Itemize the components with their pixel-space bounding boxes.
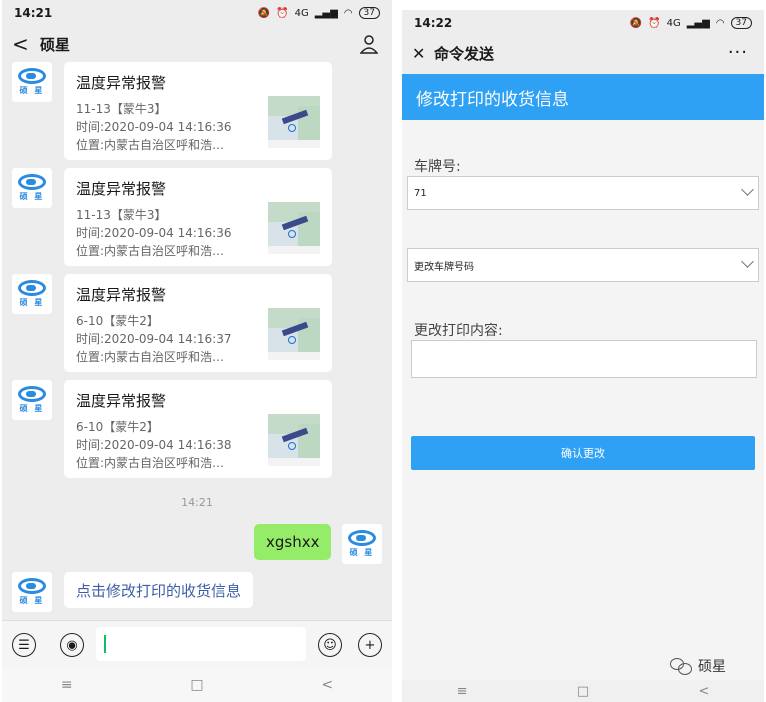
plate-select[interactable]: 71: [407, 176, 759, 210]
plus-icon[interactable]: +: [358, 633, 382, 657]
content-input[interactable]: [411, 340, 757, 378]
alarm-title: 温度异常报警: [76, 286, 167, 304]
alarm-time: 时间:2020-09-04 14:16:36: [76, 226, 232, 240]
alarm-card[interactable]: 温度异常报警 6-10【蒙牛2】 时间:2020-09-04 14:16:38 …: [64, 380, 332, 478]
command-screen: 14:22 🔕 ⏰ 4G ▂▄▆ ◠ 37 ✕ 命令发送 ··· 修改打印的收货…: [402, 10, 764, 702]
signal-label: 4G: [666, 17, 681, 29]
avatar-logo-text: 硕 星: [19, 192, 45, 201]
alarm-title: 温度异常报警: [76, 180, 167, 198]
avatar[interactable]: 硕 星: [12, 572, 52, 612]
alarm-card[interactable]: 温度异常报警 11-13【蒙牛3】 时间:2020-09-04 14:16:36…: [64, 62, 332, 160]
alarm-location: 位置:内蒙古自治区呼和浩…: [76, 138, 225, 152]
avatar-logo-text: 硕 星: [19, 596, 45, 605]
chevron-down-icon: [741, 183, 754, 196]
wifi-icon: ◠: [343, 7, 353, 19]
command-title: 命令发送: [434, 44, 495, 63]
my-avatar[interactable]: 硕 星: [342, 524, 382, 564]
sent-message[interactable]: xgshxx: [254, 524, 332, 560]
alarm-location: 位置:内蒙古自治区呼和浩…: [76, 350, 225, 364]
avatar-logo-text: 硕 星: [19, 86, 45, 95]
nav-home-icon[interactable]: □: [190, 677, 203, 693]
map-thumbnail: [268, 308, 320, 360]
nav-home-icon[interactable]: □: [577, 684, 589, 699]
signal-icon: ▂▄▆: [314, 7, 338, 19]
wechat-icon: [670, 658, 692, 675]
avatar[interactable]: 硕 星: [12, 62, 52, 102]
input-bar: ☰ ◉ ☺ +: [2, 620, 392, 669]
avatar[interactable]: 硕 星: [12, 380, 52, 420]
plate-select-value: 71: [414, 187, 427, 199]
battery-icon: 37: [358, 7, 380, 19]
nav-back-icon[interactable]: <: [698, 684, 709, 699]
mute-icon: 🔕: [257, 7, 271, 19]
signal-label: 4G: [294, 7, 309, 19]
status-bar: 14:22 🔕 ⏰ 4G ▂▄▆ ◠ 37: [402, 10, 764, 36]
voice-icon[interactable]: ◉: [60, 633, 84, 657]
alarm-card[interactable]: 温度异常报警 11-13【蒙牛3】 时间:2020-09-04 14:16:36…: [64, 168, 332, 266]
chevron-down-icon: [741, 255, 754, 268]
command-form: 修改打印的收货信息 车牌号: 71 更改车牌号码 更改打印内容: 确认更改: [402, 74, 764, 680]
alarm-time: 时间:2020-09-04 14:16:36: [76, 120, 232, 134]
action-select-value: 更改车牌号码: [414, 261, 474, 273]
alarm-vehicle: 6-10【蒙牛2】: [76, 420, 159, 434]
plate-label: 车牌号:: [414, 159, 461, 175]
confirm-button[interactable]: 确认更改: [411, 436, 755, 470]
close-icon[interactable]: ✕: [412, 44, 434, 63]
content-label: 更改打印内容:: [414, 323, 503, 339]
system-nav-bar: ≡ □ <: [2, 668, 392, 702]
map-thumbnail: [268, 414, 320, 466]
message-input[interactable]: [96, 627, 306, 661]
alarm-icon: ⏰: [276, 7, 289, 19]
back-icon[interactable]: <: [12, 32, 36, 56]
map-thumbnail: [268, 202, 320, 254]
system-nav-bar: ≡ □ <: [402, 680, 764, 702]
nav-back-icon[interactable]: <: [321, 677, 333, 693]
avatar-logo-text: 硕 星: [349, 548, 375, 557]
map-thumbnail: [268, 96, 320, 148]
watermark: 硕星: [670, 656, 726, 676]
form-banner: 修改打印的收货信息: [402, 74, 764, 120]
mute-icon: 🔕: [629, 17, 643, 29]
emoji-icon[interactable]: ☺: [318, 633, 342, 657]
alarm-vehicle: 11-13【蒙牛3】: [76, 208, 167, 222]
alarm-vehicle: 11-13【蒙牛3】: [76, 102, 167, 116]
chat-screen: 14:21 🔕 ⏰ 4G ▂▄▆ ◠ 37 < 硕星 硕 星 温度异常报警 11…: [2, 0, 392, 702]
alarm-vehicle: 6-10【蒙牛2】: [76, 314, 159, 328]
avatar-logo-text: 硕 星: [19, 404, 45, 413]
chat-title: 硕星: [40, 35, 71, 54]
battery-icon: 37: [730, 17, 752, 29]
message-feed[interactable]: 硕 星 温度异常报警 11-13【蒙牛3】 时间:2020-09-04 14:1…: [2, 62, 392, 620]
signal-icon: ▂▄▆: [686, 17, 710, 29]
avatar[interactable]: 硕 星: [12, 274, 52, 314]
status-time: 14:22: [414, 16, 453, 30]
command-header: ✕ 命令发送 ···: [402, 36, 764, 70]
chat-timestamp: 14:21: [181, 496, 213, 509]
avatar-logo-text: 硕 星: [19, 298, 45, 307]
action-select[interactable]: 更改车牌号码: [407, 248, 759, 282]
menu-list-icon[interactable]: ☰: [12, 633, 36, 657]
alarm-location: 位置:内蒙古自治区呼和浩…: [76, 244, 225, 258]
wifi-icon: ◠: [715, 17, 725, 29]
chat-header: < 硕星: [2, 26, 392, 62]
reply-link[interactable]: 点击修改打印的收货信息: [64, 572, 254, 608]
alarm-title: 温度异常报警: [76, 392, 167, 410]
alarm-icon: ⏰: [648, 17, 661, 29]
alarm-time: 时间:2020-09-04 14:16:38: [76, 438, 232, 452]
more-icon[interactable]: ···: [728, 42, 748, 63]
watermark-text: 硕星: [698, 659, 726, 675]
nav-menu-icon[interactable]: ≡: [457, 684, 468, 699]
status-bar: 14:21 🔕 ⏰ 4G ▂▄▆ ◠ 37: [2, 0, 392, 26]
nav-menu-icon[interactable]: ≡: [61, 677, 73, 693]
alarm-location: 位置:内蒙古自治区呼和浩…: [76, 456, 225, 470]
alarm-title: 温度异常报警: [76, 74, 167, 92]
alarm-card[interactable]: 温度异常报警 6-10【蒙牛2】 时间:2020-09-04 14:16:37 …: [64, 274, 332, 372]
status-time: 14:21: [14, 6, 53, 20]
avatar[interactable]: 硕 星: [12, 168, 52, 208]
person-icon[interactable]: [359, 34, 379, 58]
alarm-time: 时间:2020-09-04 14:16:37: [76, 332, 232, 346]
